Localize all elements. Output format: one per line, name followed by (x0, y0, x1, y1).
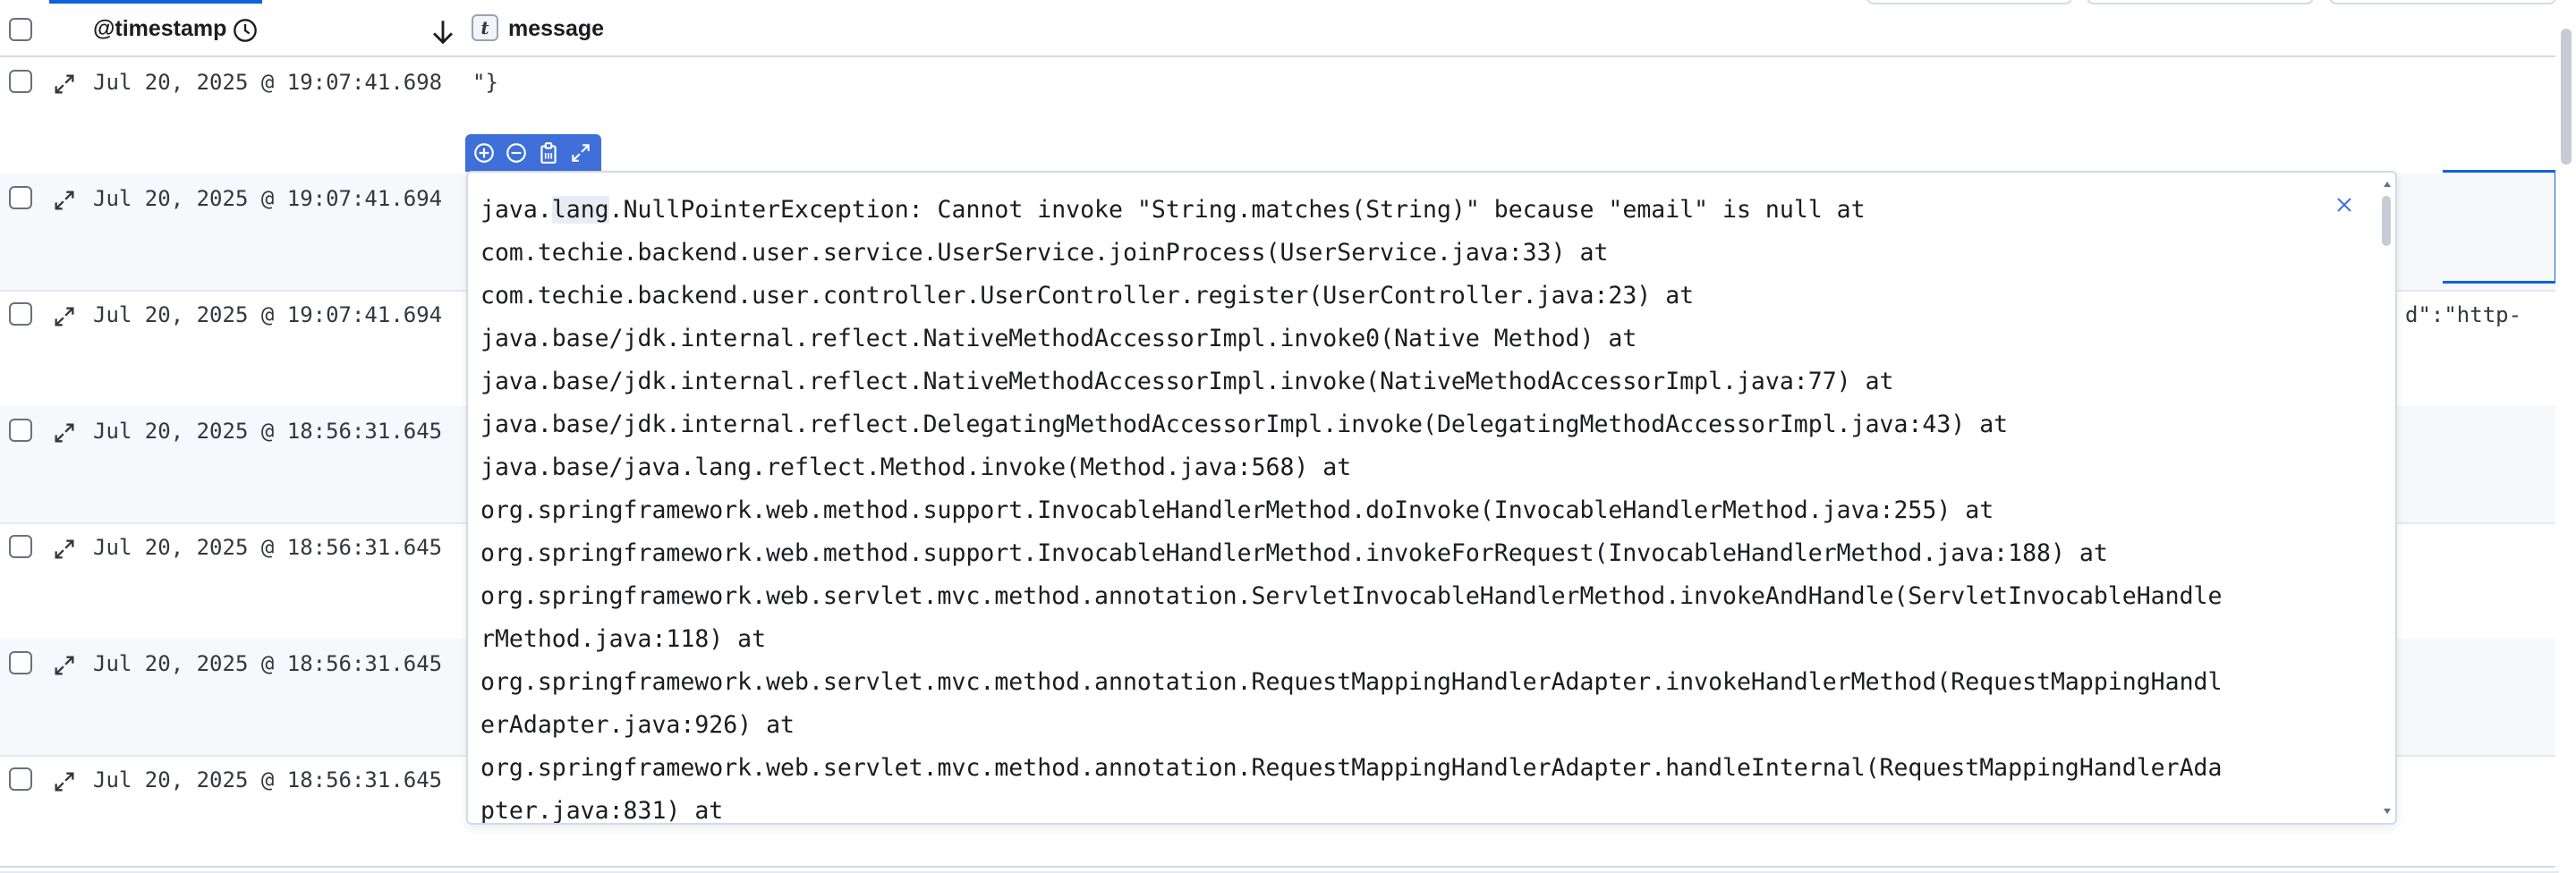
select-all-checkbox[interactable] (9, 18, 32, 41)
row-timestamp: Jul 20, 2025 @ 19:07:41.694 (93, 186, 443, 211)
row-message: d":"http- (2405, 302, 2522, 327)
expand-icon[interactable] (52, 537, 77, 562)
copy-icon[interactable] (537, 141, 560, 165)
table-bottom-border (0, 866, 2559, 868)
row-timestamp: Jul 20, 2025 @ 19:07:41.698 (93, 70, 443, 95)
stack-trace-line: org.springframework.web.servlet.mvc.meth… (480, 668, 2223, 696)
stack-trace-line: java.base/jdk.internal.reflect.NativeMet… (480, 368, 1894, 395)
close-icon[interactable] (2334, 194, 2355, 216)
stack-trace-text: java.lang.NullPointerException: Cannot i… (480, 189, 2324, 825)
popover-toolbar (465, 134, 601, 172)
clock-icon (234, 19, 257, 42)
stack-trace-line: rMethod.java:118) at (480, 625, 767, 653)
stack-trace-line: java.lang.NullPointerException: Cannot i… (480, 189, 2324, 232)
stack-trace-line: org.springframework.web.method.support.I… (480, 539, 2108, 567)
stack-trace-line: org.springframework.web.servlet.mvc.meth… (480, 754, 2223, 782)
row-checkbox[interactable] (9, 651, 32, 674)
stack-trace-line: org.springframework.web.method.support.I… (480, 496, 1994, 524)
row-checkbox[interactable] (9, 419, 32, 442)
table-header: @timestamp t message (0, 0, 2559, 57)
row-checkbox[interactable] (9, 302, 32, 326)
stack-trace-line: pter.java:831) at (480, 797, 724, 825)
expand-icon[interactable] (52, 653, 77, 678)
line-text: java. (480, 196, 552, 224)
message-column-header[interactable]: message (508, 16, 604, 42)
sort-down-arrow-icon[interactable] (428, 16, 458, 48)
row-checkbox[interactable] (9, 767, 32, 791)
cell-popover: java.lang.NullPointerException: Cannot i… (466, 171, 2397, 825)
table-row[interactable]: Jul 20, 2025 @ 19:07:41.698 "} (0, 57, 2559, 175)
stack-trace-line: com.techie.backend.user.service.UserServ… (480, 239, 1609, 267)
popover-scrollbar[interactable] (2381, 178, 2393, 818)
expand-icon[interactable] (52, 304, 77, 329)
expand-icon[interactable] (52, 188, 77, 213)
row-checkbox[interactable] (9, 186, 32, 209)
highlighted-text: lang (551, 196, 609, 224)
row-checkbox[interactable] (9, 70, 32, 93)
stack-trace-line: org.springframework.web.servlet.mvc.meth… (480, 582, 2223, 610)
text-field-type-badge: t (472, 14, 498, 41)
stack-trace-line: com.techie.backend.user.controller.UserC… (480, 282, 1695, 309)
fullscreen-icon[interactable] (569, 141, 592, 165)
line-text: .NullPointerException: Cannot invoke "St… (608, 196, 1866, 224)
popover-scrollbar-thumb[interactable] (2382, 196, 2391, 246)
row-timestamp: Jul 20, 2025 @ 19:07:41.694 (93, 302, 443, 327)
main-scrollbar-thumb[interactable] (2561, 29, 2572, 165)
row-timestamp: Jul 20, 2025 @ 18:56:31.645 (93, 535, 443, 560)
expand-icon[interactable] (52, 420, 77, 445)
stack-trace-line: java.base/jdk.internal.reflect.NativeMet… (480, 325, 1637, 352)
zoom-in-icon[interactable] (472, 141, 496, 165)
timestamp-column-header[interactable]: @timestamp (93, 16, 226, 42)
row-timestamp: Jul 20, 2025 @ 18:56:31.645 (93, 651, 443, 676)
focused-cell-outline (2443, 170, 2557, 284)
expand-icon[interactable] (52, 72, 77, 97)
stack-trace-line: java.base/jdk.internal.reflect.Delegatin… (480, 411, 2009, 438)
expand-icon[interactable] (52, 769, 77, 794)
row-timestamp: Jul 20, 2025 @ 18:56:31.645 (93, 767, 443, 792)
stack-trace-line: java.base/java.lang.reflect.Method.invok… (480, 453, 1352, 481)
zoom-out-icon[interactable] (505, 141, 528, 165)
row-timestamp: Jul 20, 2025 @ 18:56:31.645 (93, 419, 443, 444)
stack-trace-line: erAdapter.java:926) at (480, 711, 795, 739)
row-message: "} (472, 70, 498, 95)
row-checkbox[interactable] (9, 535, 32, 558)
